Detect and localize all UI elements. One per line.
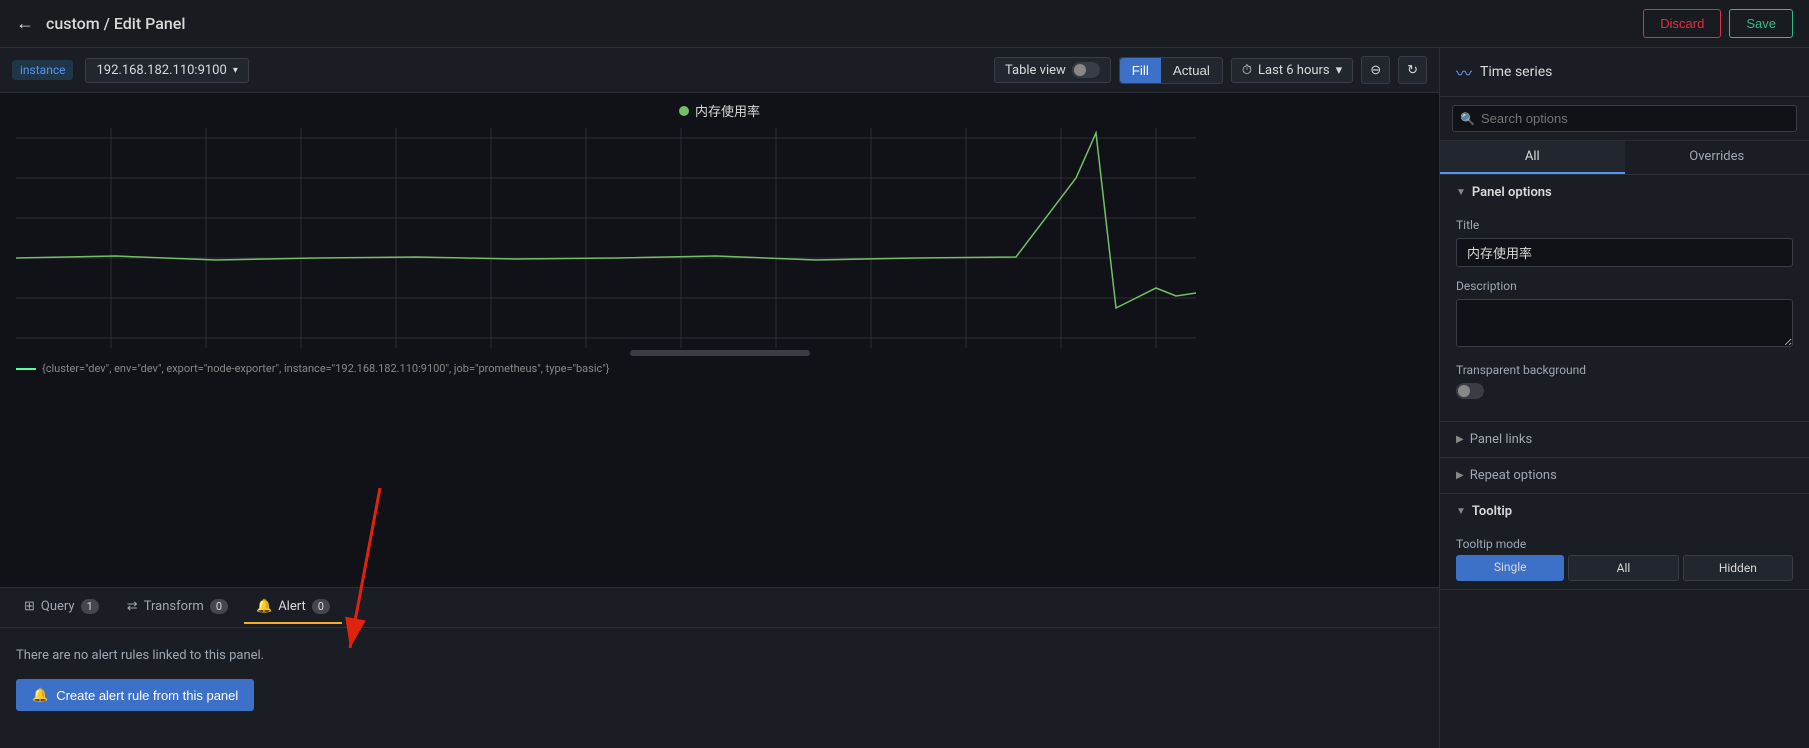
page-title: custom / Edit Panel [46,14,185,33]
tooltip-section-header[interactable]: ▼ Tooltip [1440,494,1809,529]
tab-content-alert: There are no alert rules linked to this … [0,628,1439,748]
search-icon: 🔍 [1460,112,1475,126]
refresh-button[interactable]: ↻ [1398,56,1427,84]
query-tab-label: Query [41,599,75,614]
transform-count-badge: 0 [210,599,228,614]
search-options-bar: 🔍 [1440,97,1809,141]
tooltip-content: Tooltip mode Single All Hidden [1440,529,1809,589]
clock-icon: ⏱ [1242,63,1252,78]
bell-icon: 🔔 [32,687,48,703]
panel-links-label: Panel links [1470,432,1532,447]
time-series-label: Time series [1480,64,1552,80]
database-icon: ⊞ [24,599,35,614]
title-input[interactable] [1456,238,1793,267]
table-view-label: Table view [1005,63,1066,78]
topbar: ← custom / Edit Panel Discard Save [0,0,1809,48]
options-tabs: All Overrides [1440,141,1809,175]
query-count-badge: 1 [81,599,99,614]
main-layout: instance 192.168.182.110:9100 ▾ Table vi… [0,48,1809,748]
legend-line [16,368,36,370]
alert-tab-label: Alert [278,599,306,614]
back-button[interactable]: ← [16,13,34,34]
actual-button[interactable]: Actual [1161,58,1222,83]
transparent-bg-row [1456,383,1793,399]
tooltip-title: Tooltip [1472,504,1512,519]
time-series-icon: 〰 [1456,60,1472,84]
zoom-button[interactable]: ⊖ [1361,56,1390,84]
chart-area: 内存使用率 [0,93,1439,587]
chevron-down-icon: ▾ [1336,63,1343,78]
table-view-toggle[interactable] [1072,62,1100,78]
tooltip-chevron: ▼ [1456,506,1466,517]
transform-tab-label: Transform [144,599,204,614]
search-options-input[interactable] [1452,105,1797,132]
panel-options-title: Panel options [1472,185,1552,200]
tooltip-section: ▼ Tooltip Tooltip mode Single All Hidden [1440,494,1809,590]
repeat-options-chevron: ▶ [1456,470,1464,481]
right-panel-header: 〰 Time series [1440,48,1809,97]
panel-links-chevron: ▶ [1456,434,1464,445]
tooltip-single-mode[interactable]: Single [1456,555,1564,581]
tooltip-hidden-mode[interactable]: Hidden [1683,555,1793,581]
chart-title: 内存使用率 [679,101,760,120]
tab-transform[interactable]: ⇄ Transform 0 [115,591,240,624]
alert-count-badge: 0 [312,599,330,614]
bottom-tabs: ⊞ Query 1 ⇄ Transform 0 🔔 Alert 0 There … [0,587,1439,748]
fill-button[interactable]: Fill [1120,58,1161,83]
left-panel: instance 192.168.182.110:9100 ▾ Table vi… [0,48,1439,748]
panel-options-chevron: ▼ [1456,187,1466,198]
transform-icon: ⇄ [127,599,138,614]
panel-links-row[interactable]: ▶ Panel links [1440,421,1809,457]
chevron-down-icon: ▾ [233,65,238,76]
create-alert-label: Create alert rule from this panel [56,688,238,703]
no-alert-text: There are no alert rules linked to this … [16,648,1423,663]
discard-button[interactable]: Discard [1643,9,1721,38]
tab-query[interactable]: ⊞ Query 1 [12,591,111,624]
chart-legend: {cluster="dev", env="dev", export="node-… [0,356,1439,381]
topbar-left: ← custom / Edit Panel [16,13,185,34]
save-button[interactable]: Save [1729,9,1793,38]
panel-options-header[interactable]: ▼ Panel options [1440,175,1809,210]
chart-svg-container: 65 64 63 62 61 60 03:30 04:00 04:30 05:0… [0,128,1439,348]
chart-title-row: 内存使用率 [0,93,1439,128]
transparent-bg-label: Transparent background [1456,363,1793,377]
tab-alert[interactable]: 🔔 Alert 0 [244,591,342,624]
tooltip-mode-label: Tooltip mode [1456,537,1793,551]
time-range-label: Last 6 hours [1258,63,1330,78]
repeat-options-label: Repeat options [1470,468,1557,483]
options-tab-all[interactable]: All [1440,141,1625,174]
transparent-bg-toggle[interactable] [1456,383,1484,399]
bell-tab-icon: 🔔 [256,599,272,614]
table-view-group: Table view [994,57,1111,83]
time-range-selector[interactable]: ⏱ Last 6 hours ▾ [1231,58,1353,83]
instance-badge: instance [12,60,73,80]
title-field-label: Title [1456,218,1793,232]
create-alert-button[interactable]: 🔔 Create alert rule from this panel [16,679,254,711]
options-tab-overrides[interactable]: Overrides [1625,141,1809,174]
fill-actual-group: Fill Actual [1119,57,1223,84]
topbar-right: Discard Save [1643,9,1793,38]
tooltip-all-mode[interactable]: All [1568,555,1678,581]
legend-text: {cluster="dev", env="dev", export="node-… [42,362,609,375]
chart-svg: 65 64 63 62 61 60 03:30 04:00 04:30 05:0… [16,128,1196,348]
panel-options-section: ▼ Panel options Title Description Transp… [1440,175,1809,494]
description-input[interactable] [1456,299,1793,347]
series-dot [679,106,689,116]
search-wrapper: 🔍 [1452,105,1797,132]
panel-options-content: Title Description Transparent background [1440,210,1809,421]
repeat-options-row[interactable]: ▶ Repeat options [1440,457,1809,493]
instance-value: 192.168.182.110:9100 [96,63,226,78]
description-field-label: Description [1456,279,1793,293]
right-panel: 〰 Time series 🔍 All Overrides ▼ Panel op… [1439,48,1809,748]
instance-dropdown[interactable]: 192.168.182.110:9100 ▾ [85,58,248,83]
query-controls: Table view Fill Actual ⏱ Last 6 hours ▾ … [994,56,1427,84]
chart-title-text: 内存使用率 [695,101,760,120]
tabs-bar: ⊞ Query 1 ⇄ Transform 0 🔔 Alert 0 [0,588,1439,628]
query-bar: instance 192.168.182.110:9100 ▾ Table vi… [0,48,1439,93]
